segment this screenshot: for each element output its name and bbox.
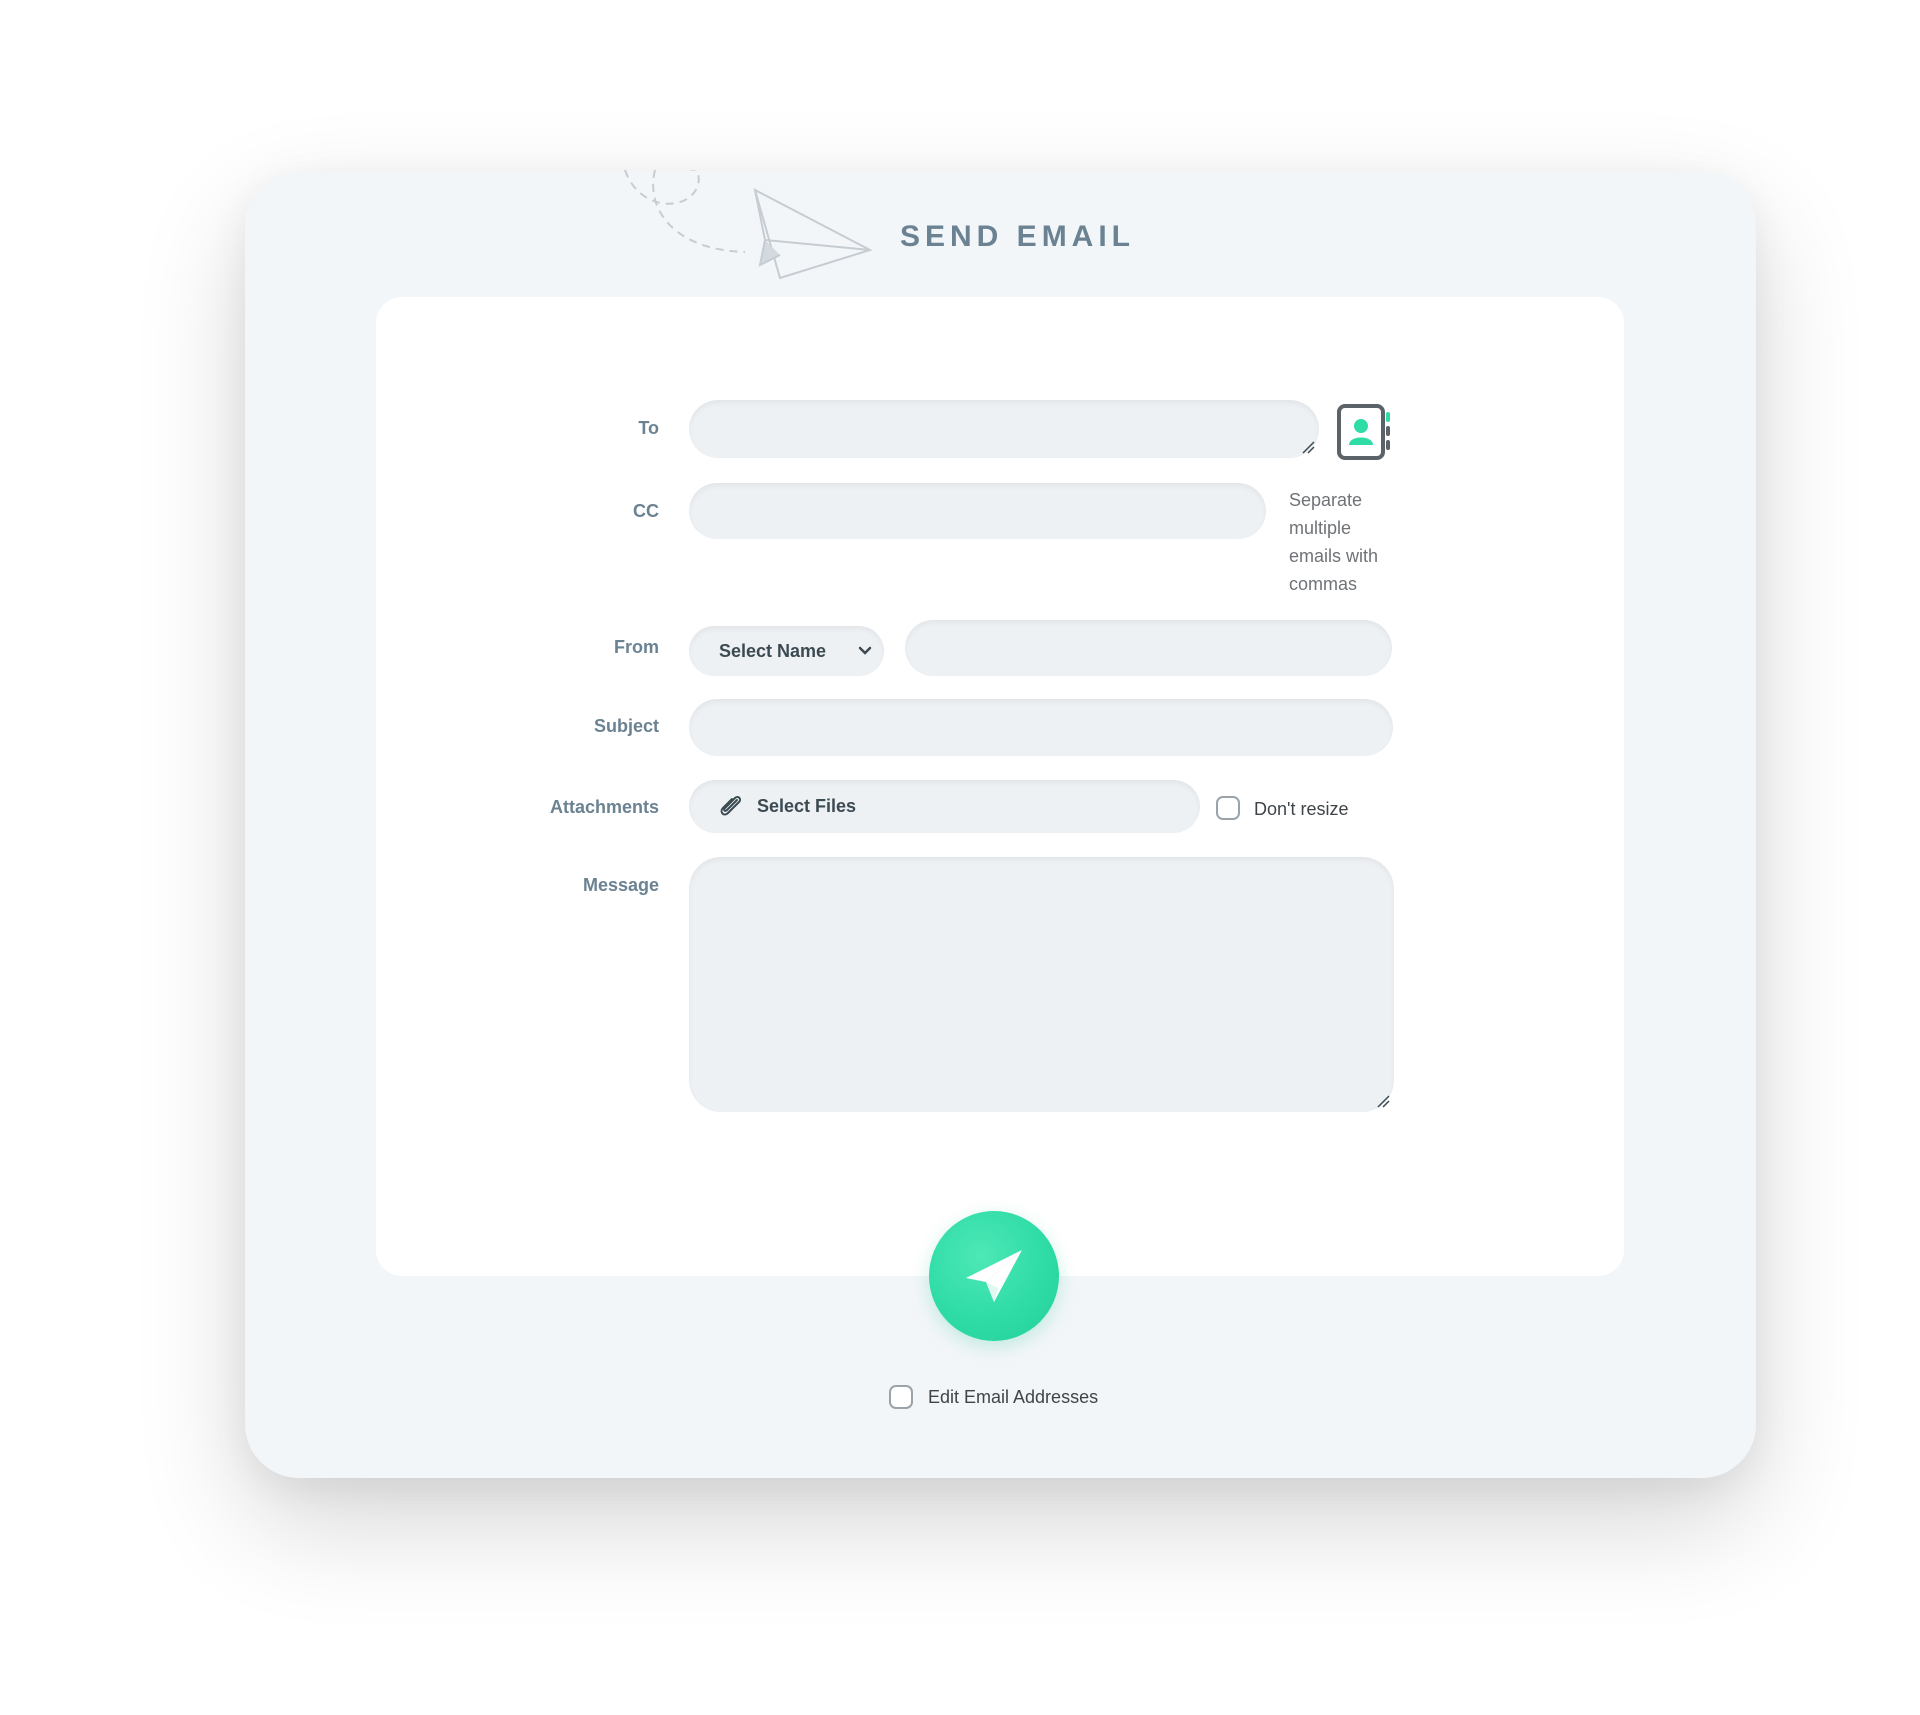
attachments-label: Attachments xyxy=(549,797,659,817)
from-email-field[interactable] xyxy=(905,620,1392,676)
subject-label: Subject xyxy=(593,716,659,736)
dont-resize-checkbox[interactable] xyxy=(1216,796,1240,820)
page-title: SEND EMAIL xyxy=(900,220,1136,253)
cc-label: CC xyxy=(633,501,659,521)
address-book-icon[interactable] xyxy=(1336,404,1392,460)
message-field[interactable] xyxy=(689,857,1394,1112)
cc-field[interactable] xyxy=(689,483,1266,539)
to-field[interactable] xyxy=(689,400,1319,458)
send-button[interactable] xyxy=(929,1211,1059,1341)
paper-plane-icon xyxy=(966,1250,1022,1302)
resize-grip-icon[interactable] xyxy=(1301,440,1315,454)
select-files-label: Select Files xyxy=(757,796,857,816)
from-name-select[interactable]: Select Name xyxy=(689,626,884,676)
from-label: From xyxy=(614,637,659,657)
subject-field[interactable] xyxy=(689,699,1393,756)
select-files-button[interactable]: Select Files xyxy=(689,780,1200,833)
paper-plane-icon xyxy=(624,170,873,280)
chevron-down-icon xyxy=(858,646,872,655)
message-label: Message xyxy=(582,875,659,895)
from-select-value: Select Name xyxy=(719,641,827,661)
dont-resize-label[interactable]: Don't resize xyxy=(1254,799,1348,820)
paperclip-icon xyxy=(720,795,742,816)
cc-helper-text: Separate multiple emails with commas xyxy=(1289,490,1379,594)
edit-email-addresses-checkbox[interactable] xyxy=(889,1385,913,1409)
to-label: To xyxy=(638,418,659,438)
edit-email-addresses-label[interactable]: Edit Email Addresses xyxy=(928,1387,1098,1408)
resize-grip-icon[interactable] xyxy=(1376,1094,1390,1108)
